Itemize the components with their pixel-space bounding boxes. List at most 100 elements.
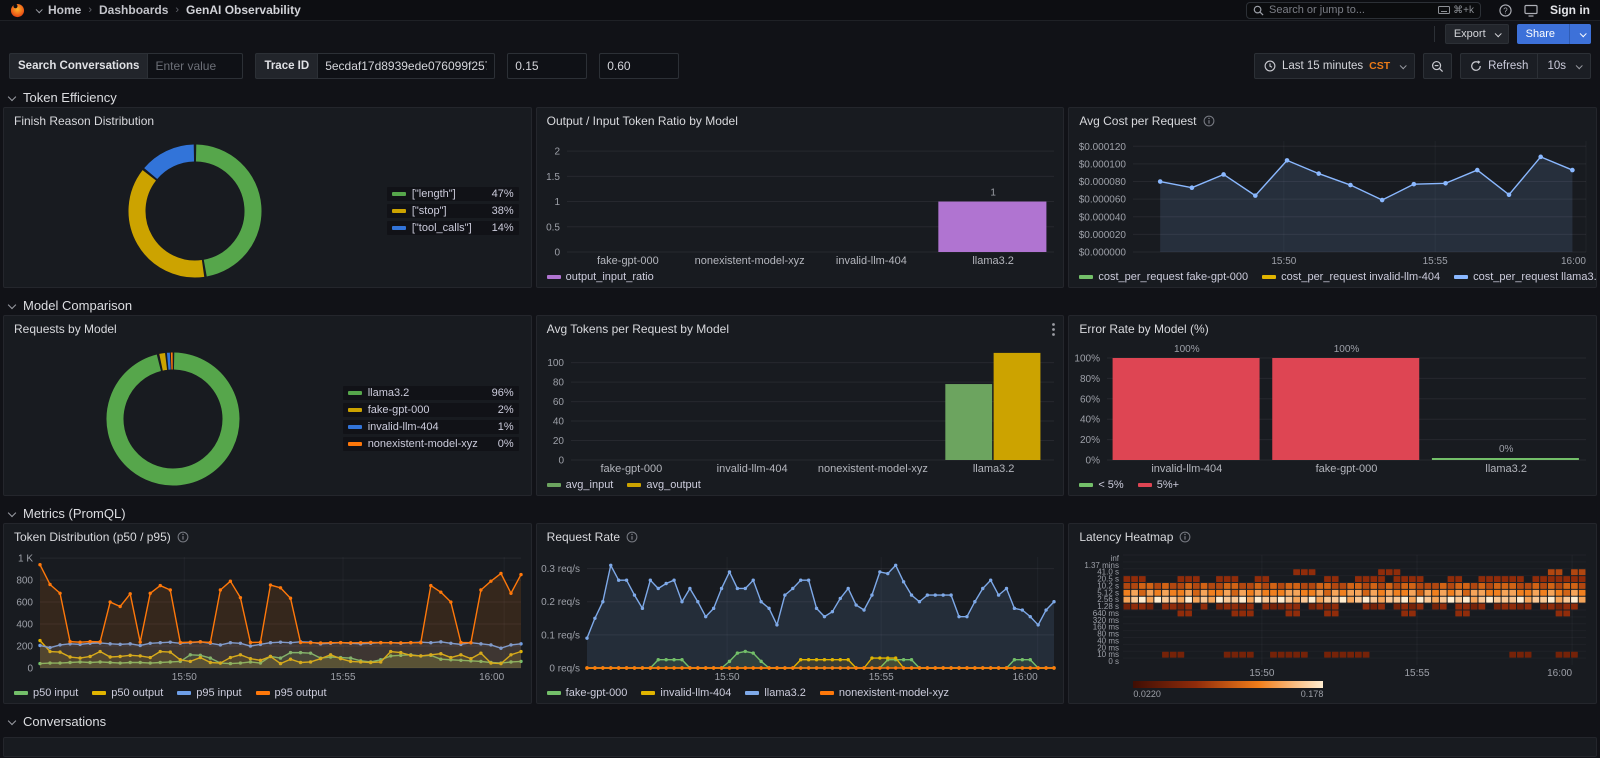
legend-item[interactable]: fake-gpt-000	[546, 687, 627, 699]
latency-heatmap-chart[interactable]: inf 1.37 mins 41.0 s 20.5 s 10.2 s 5.12 s 2.56…	[1069, 550, 1596, 679]
keyboard-icon	[1438, 6, 1451, 14]
legend-item[interactable]: invalid-llm-404	[641, 687, 731, 699]
org-switcher-chevron-icon[interactable]	[35, 5, 43, 13]
news-monitor-icon[interactable]	[1524, 4, 1538, 17]
search-placeholder: Search or jump to...	[1269, 4, 1365, 16]
avg-tokens-chart[interactable]: 0 20 40 60 80 100 fake-gpt-000 invalid-llm-404 n…	[537, 342, 1064, 475]
svg-text:1 K: 1 K	[18, 554, 33, 565]
panel-title[interactable]: Avg Cost per Request	[1079, 114, 1196, 128]
share-menu-chevron[interactable]	[1569, 24, 1591, 44]
legend-item[interactable]: llama3.2 96%	[342, 386, 519, 400]
breadcrumb-dashboards[interactable]: Dashboards	[99, 3, 168, 17]
info-icon[interactable]	[1203, 115, 1215, 127]
legend-item[interactable]: llama3.2	[745, 687, 806, 699]
refresh-button[interactable]: Refresh	[1461, 54, 1537, 78]
panel-menu-icon[interactable]	[1052, 323, 1056, 339]
token-distribution-chart[interactable]: 0 200 400 600 800 1 K 15:50 15:55 16:00	[4, 550, 531, 683]
search-conversations-label: Search Conversations	[9, 53, 148, 79]
trace-id-field: Trace ID	[255, 53, 496, 79]
trace-id-input[interactable]	[317, 53, 496, 79]
legend-item[interactable]: ["stop"] 38%	[386, 203, 519, 218]
trace-id-label: Trace ID	[255, 53, 318, 79]
threshold-max-input[interactable]	[599, 53, 680, 79]
legend-item[interactable]: ["length"] 47%	[386, 186, 519, 201]
panel-title[interactable]: Requests by Model	[14, 322, 117, 336]
panel-title[interactable]: Error Rate by Model (%)	[1079, 322, 1208, 336]
panel-request-rate: Request Rate 0 req/s 0.1 req/s 0.2 req/s 0.…	[535, 523, 1065, 704]
legend-item[interactable]: cost_per_request invalid-llm-404	[1262, 271, 1440, 283]
legend-item[interactable]: p95 output	[255, 687, 327, 699]
info-icon[interactable]	[177, 531, 189, 543]
svg-text:llama3.2: llama3.2	[972, 255, 1014, 267]
legend-swatch	[627, 483, 642, 487]
panel-finish-reason-distribution: Finish Reason Distribution ["length"] 47%…	[3, 107, 532, 288]
panel-title[interactable]: Latency Heatmap	[1079, 530, 1173, 544]
svg-text:nonexistent-model-xyz: nonexistent-model-xyz	[694, 255, 804, 267]
info-icon[interactable]	[626, 531, 638, 543]
legend-item[interactable]: ["tool_calls"] 14%	[386, 220, 519, 235]
info-icon[interactable]	[1179, 531, 1191, 543]
panel-title[interactable]: Token Distribution (p50 / p95)	[14, 530, 171, 544]
svg-text:0 req/s: 0 req/s	[549, 664, 580, 675]
svg-text:0.5: 0.5	[546, 222, 560, 233]
row-metrics-promql[interactable]: Metrics (PromQL)	[0, 503, 1600, 523]
legend-item[interactable]: fake-gpt-000 2%	[342, 403, 519, 417]
svg-text:100%: 100%	[1075, 354, 1101, 365]
panel-title[interactable]: Request Rate	[547, 530, 620, 544]
share-button[interactable]: Share	[1516, 24, 1591, 44]
finish-reason-donut-chart[interactable]: ["length"] 47% ["stop"] 38% ["tool_calls"] 14…	[4, 134, 531, 287]
panel-title[interactable]: Avg Tokens per Request by Model	[547, 322, 729, 336]
legend-item[interactable]: p95 input	[177, 687, 242, 699]
legend-item[interactable]: p50 input	[14, 687, 78, 699]
help-icon[interactable]: ?	[1499, 3, 1512, 17]
conversations-panel-partial	[3, 737, 1597, 757]
svg-text:invalid-llm-404: invalid-llm-404	[1152, 463, 1223, 475]
requests-by-model-donut-chart[interactable]: llama3.2 96% fake-gpt-000 2% invalid-llm-404…	[4, 342, 531, 495]
filter-bar: Search Conversations Trace ID Last 15 mi…	[0, 52, 1600, 80]
zoom-out-button[interactable]	[1423, 53, 1453, 79]
svg-text:16:00: 16:00	[1012, 672, 1037, 683]
legend-item[interactable]: < 5%	[1079, 479, 1124, 491]
breadcrumb-home[interactable]: Home	[48, 3, 81, 17]
svg-text:invalid-llm-404: invalid-llm-404	[836, 255, 907, 267]
legend-item[interactable]: avg_output	[627, 479, 701, 491]
export-button[interactable]: Export	[1444, 24, 1509, 44]
legend-item[interactable]: avg_input	[546, 479, 613, 491]
error-rate-chart[interactable]: 0% 20% 40% 60% 80% 100% invalid-llm-404 fake-gp…	[1069, 342, 1596, 475]
legend-item[interactable]: p50 output	[92, 687, 163, 699]
time-range-picker[interactable]: Last 15 minutes CST	[1253, 53, 1416, 79]
refresh-interval-select[interactable]: 10s	[1537, 54, 1590, 78]
legend-swatch	[546, 483, 561, 487]
svg-text:15:55: 15:55	[1405, 668, 1430, 679]
avg-cost-chart[interactable]: $0.000000 $0.000020 $0.000040 $0.000060 $0.0…	[1069, 134, 1596, 267]
svg-text:15:50: 15:50	[714, 672, 739, 683]
threshold-min-input[interactable]	[507, 53, 588, 79]
legend-item[interactable]: cost_per_request fake-gpt-000	[1079, 271, 1248, 283]
legend-item[interactable]: invalid-llm-404 1%	[342, 420, 519, 434]
search-input[interactable]: Search or jump to... ⌘+k	[1246, 1, 1481, 19]
request-rate-chart[interactable]: 0 req/s 0.1 req/s 0.2 req/s 0.3 req/s 15:50 1…	[537, 550, 1064, 683]
legend-item[interactable]: output_input_ratio	[546, 271, 654, 283]
legend-item[interactable]: nonexistent-model-xyz	[819, 687, 949, 699]
row-conversations[interactable]: Conversations	[0, 711, 1600, 731]
search-conversations-input[interactable]	[147, 53, 244, 79]
panel-title[interactable]: Finish Reason Distribution	[14, 114, 154, 128]
zoom-out-icon	[1432, 60, 1444, 72]
svg-text:400: 400	[16, 620, 33, 631]
row-token-efficiency[interactable]: Token Efficiency	[0, 87, 1600, 107]
svg-text:15:50: 15:50	[172, 672, 197, 683]
search-conversations-field: Search Conversations	[9, 53, 244, 79]
legend-item[interactable]: nonexistent-model-xyz 0%	[342, 437, 519, 451]
grafana-logo[interactable]	[10, 3, 25, 18]
panel-title[interactable]: Output / Input Token Ratio by Model	[547, 114, 738, 128]
panel-avg-tokens-per-request: Avg Tokens per Request by Model 0 20 40 60 8…	[535, 315, 1065, 496]
legend-item[interactable]: cost_per_request llama3.2	[1454, 271, 1596, 283]
refresh-icon	[1471, 60, 1482, 71]
sign-in-button[interactable]: Sign in	[1550, 3, 1590, 17]
row-model-comparison[interactable]: Model Comparison	[0, 295, 1600, 315]
legend-item[interactable]: 5%+	[1137, 479, 1179, 491]
output-input-ratio-chart[interactable]: 0 0.5 1 1.5 2 fake-gpt-000 nonexistent-model-x…	[537, 134, 1064, 267]
svg-text:100%: 100%	[1174, 344, 1200, 355]
chart-legend: p50 input p50 output p95 input p95 output	[4, 683, 531, 703]
svg-text:1.5: 1.5	[546, 172, 560, 183]
